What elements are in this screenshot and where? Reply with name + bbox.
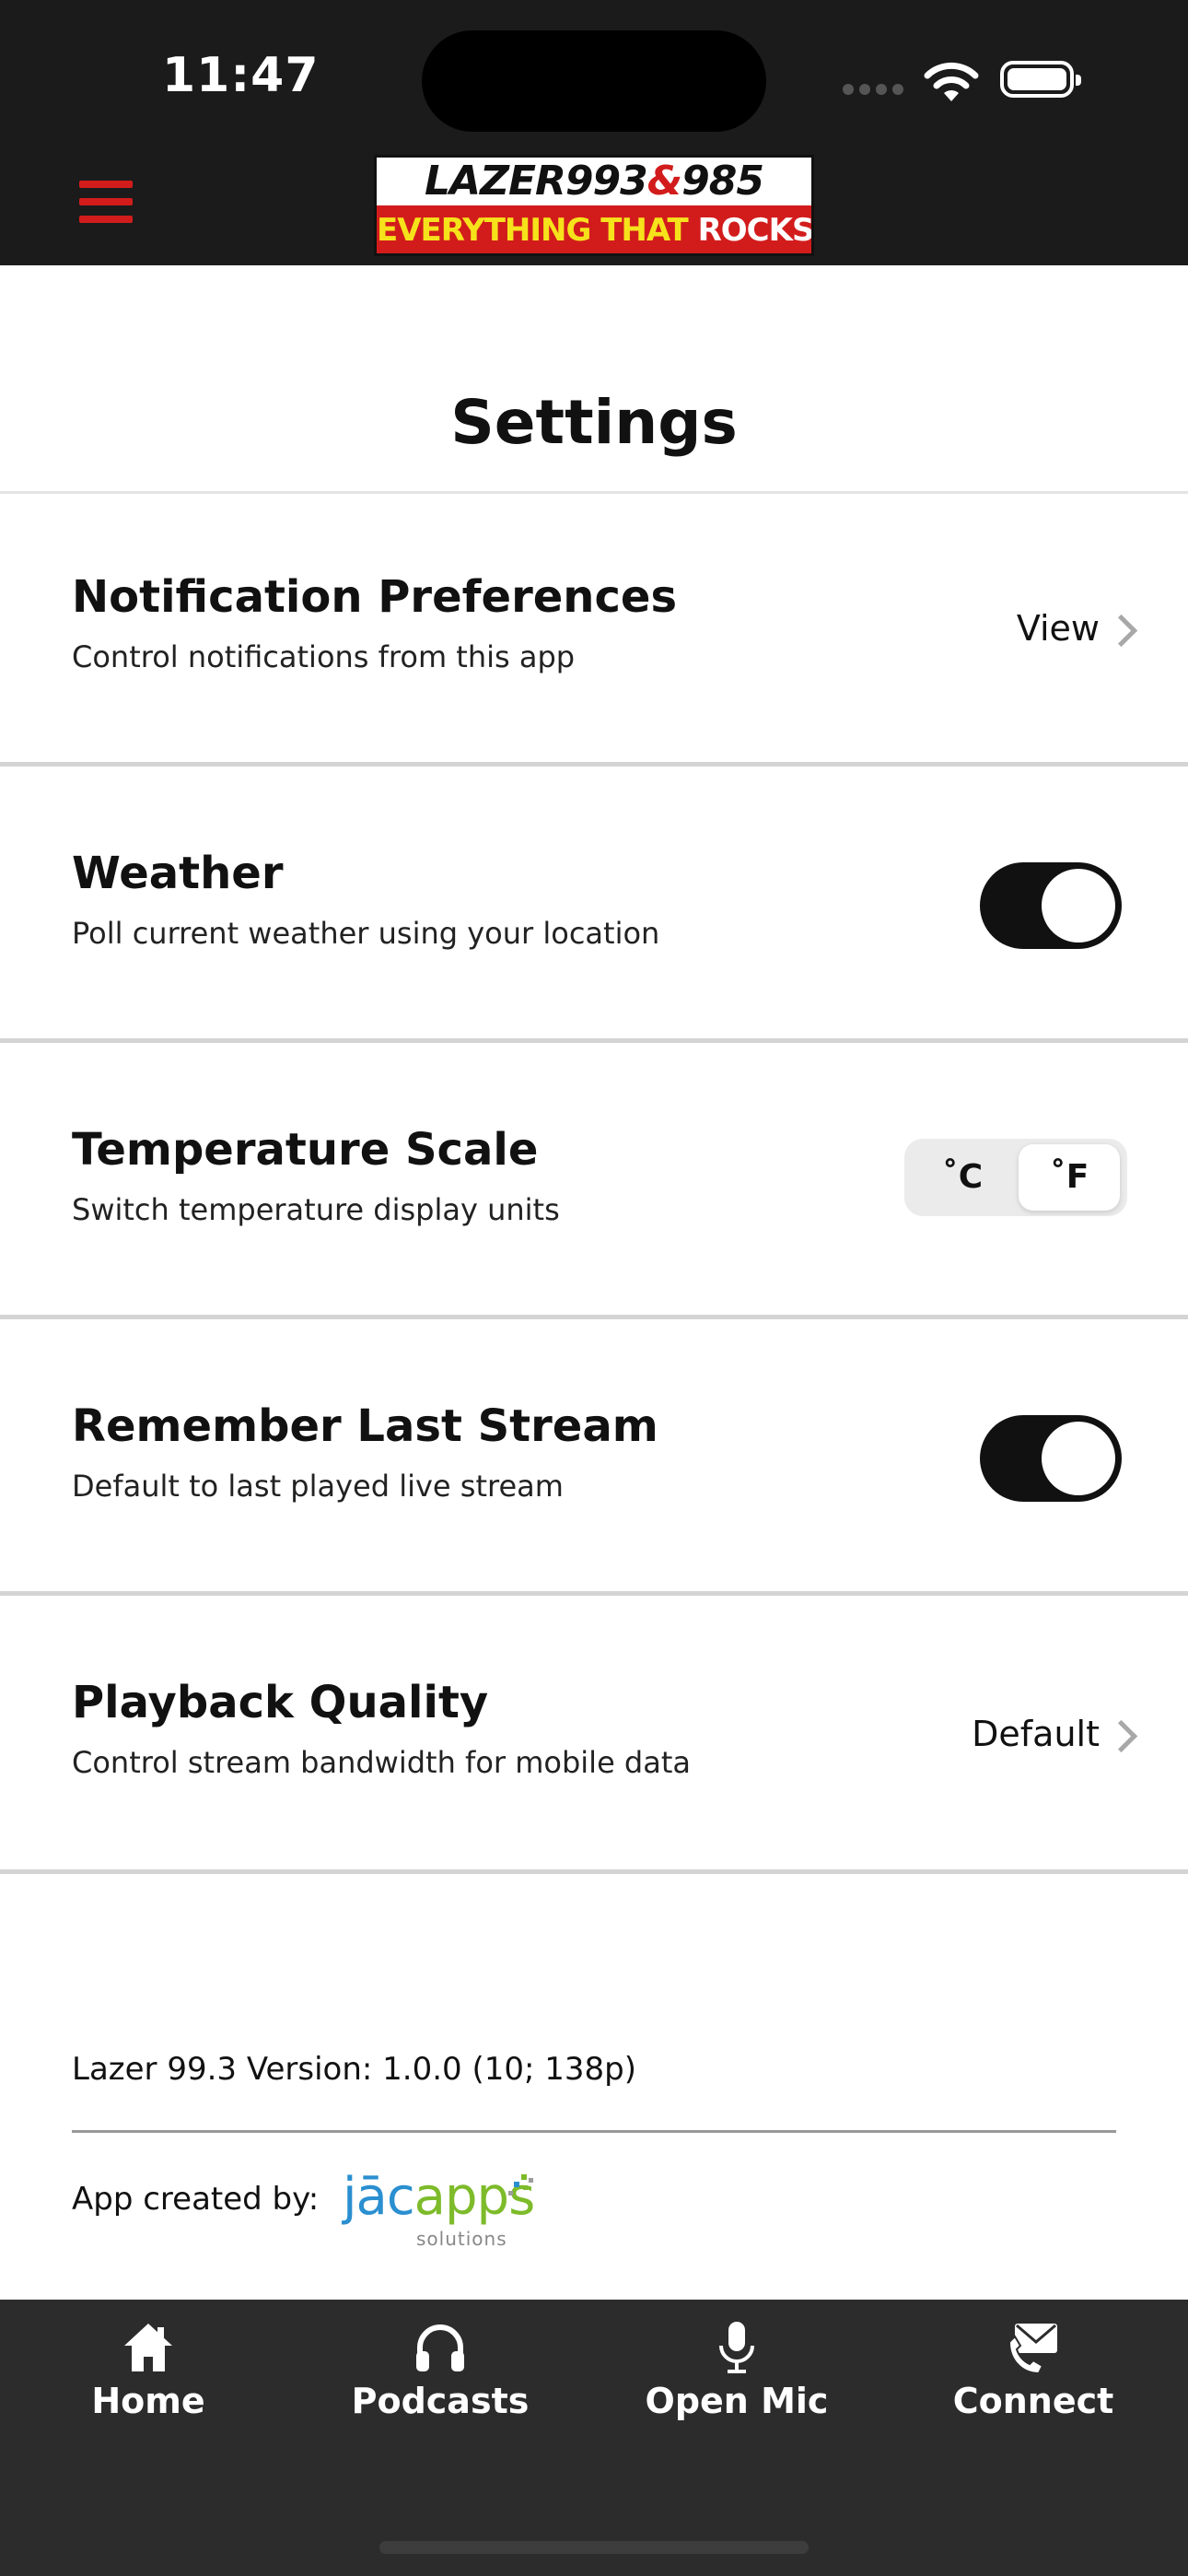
tab-label: Podcasts	[351, 2381, 530, 2421]
row-title: Temperature Scale	[72, 1124, 539, 1176]
tab-connect[interactable]: Connect	[885, 2300, 1182, 2438]
temperature-segmented-control: ˚C ˚F	[904, 1139, 1127, 1216]
cellular-signal-icon	[843, 81, 909, 99]
battery-icon	[1000, 61, 1081, 98]
view-link[interactable]: View	[1017, 608, 1100, 649]
weather-row: Weather Poll current weather using your …	[0, 767, 1188, 1043]
page-title: Settings	[450, 387, 738, 458]
remember-stream-toggle[interactable]	[980, 1415, 1122, 1502]
dots-icon	[508, 2174, 533, 2195]
row-title: Playback Quality	[72, 1677, 489, 1728]
tab-bar: Home Podcasts Open Mic Connect	[0, 2300, 1188, 2576]
divider	[72, 2130, 1116, 2133]
jacapps-logo[interactable]: jācapps solutions	[343, 2167, 535, 2250]
tab-label: Connect	[952, 2381, 1114, 2421]
row-subtitle: Switch temperature display units	[72, 1192, 560, 1227]
tab-label: Home	[91, 2381, 205, 2421]
notification-preferences-row[interactable]: Notification Preferences Control notific…	[0, 494, 1188, 767]
status-bar: 11:47 LAZER993&985 EVERYTHING THAT ROCKS…	[0, 0, 1188, 265]
chevron-right-icon	[1104, 614, 1138, 648]
row-title: Weather	[72, 848, 284, 899]
tab-home[interactable]: Home	[0, 2300, 297, 2438]
fahrenheit-option[interactable]: ˚F	[1019, 1144, 1120, 1211]
row-subtitle: Control stream bandwidth for mobile data	[72, 1745, 691, 1780]
chevron-right-icon	[1104, 1719, 1138, 1753]
brand-tagline: solutions	[416, 2228, 507, 2250]
headphones-icon	[416, 2324, 464, 2371]
version-text: Lazer 99.3 Version: 1.0.0 (10; 138p)	[72, 2051, 636, 2088]
mail-phone-icon	[1007, 2324, 1057, 2375]
home-indicator[interactable]	[379, 2541, 809, 2554]
playback-quality-value[interactable]: Default	[972, 1714, 1100, 1754]
tab-label: Open Mic	[645, 2381, 829, 2421]
remember-last-stream-row: Remember Last Stream Default to last pla…	[0, 1319, 1188, 1596]
tab-podcasts[interactable]: Podcasts	[292, 2300, 588, 2438]
row-subtitle: Poll current weather using your location	[72, 916, 660, 951]
status-time: 11:47	[162, 48, 320, 103]
wifi-icon	[924, 62, 979, 101]
microphone-icon	[719, 2322, 754, 2373]
row-title: Notification Preferences	[72, 571, 678, 623]
home-icon	[124, 2324, 172, 2371]
playback-quality-row[interactable]: Playback Quality Control stream bandwidt…	[0, 1596, 1188, 1874]
weather-toggle[interactable]	[980, 862, 1122, 949]
tab-open-mic[interactable]: Open Mic	[588, 2300, 885, 2438]
celsius-option[interactable]: ˚C	[912, 1144, 1013, 1211]
row-subtitle: Default to last played live stream	[72, 1469, 564, 1504]
menu-button[interactable]	[79, 181, 133, 223]
temperature-scale-row: Temperature Scale Switch temperature dis…	[0, 1043, 1188, 1319]
row-title: Remember Last Stream	[72, 1400, 658, 1452]
dynamic-island	[422, 30, 766, 132]
created-by-label: App created by:	[72, 2181, 320, 2218]
station-logo: LAZER993&985 EVERYTHING THAT ROCKS!	[374, 155, 814, 256]
row-subtitle: Control notifications from this app	[72, 639, 576, 674]
